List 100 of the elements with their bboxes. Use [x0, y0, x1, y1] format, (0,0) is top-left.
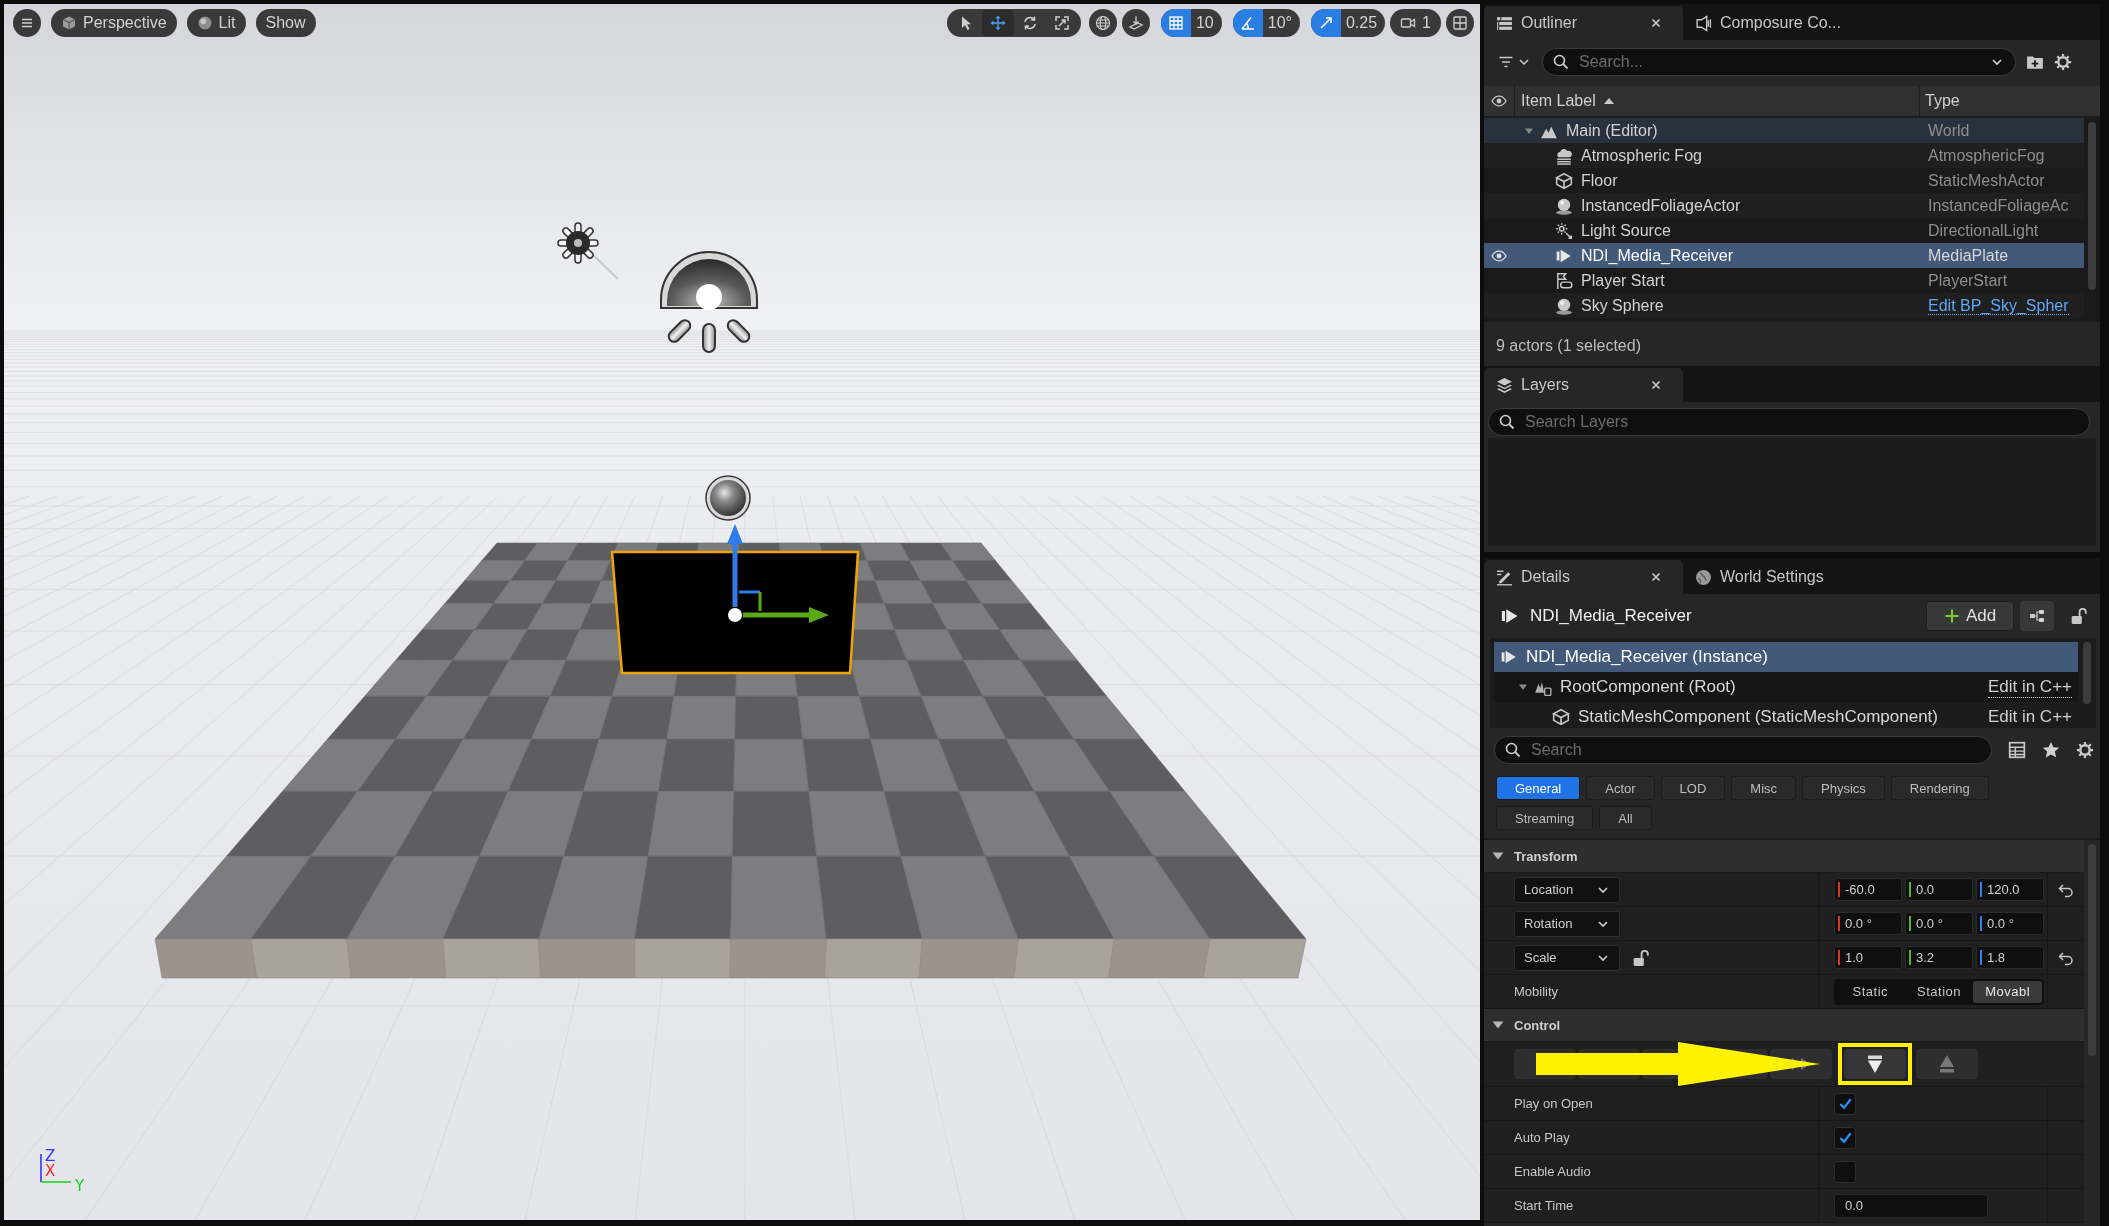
unlocked-icon[interactable] [2070, 607, 2088, 625]
snap-toggle-button[interactable]: 10 [1160, 9, 1222, 37]
star-icon[interactable] [2042, 741, 2060, 759]
expand-arrow-icon[interactable] [1492, 1019, 1504, 1031]
category-filter-button[interactable]: Actor [1586, 776, 1655, 800]
category-filter-button[interactable]: Rendering [1890, 776, 1989, 800]
number-field[interactable]: 0.0 ° [1976, 912, 2044, 935]
hierarchy-button[interactable] [2020, 601, 2054, 631]
checkbox[interactable] [1834, 1126, 1856, 1149]
search-field[interactable]: Search Layers [1488, 408, 2090, 436]
add-folder-icon[interactable] [2026, 53, 2044, 71]
sphere-billboard-icon[interactable] [705, 475, 751, 521]
edit-link[interactable]: Edit in C++ [1987, 707, 2072, 727]
sun-icon[interactable] [557, 222, 619, 280]
transform-mode-dropdown[interactable]: Rotation [1514, 910, 1620, 937]
unlocked-icon[interactable] [1632, 948, 1650, 967]
outliner-row[interactable]: Atmospheric Fog AtmosphericFog [1484, 143, 2084, 168]
eye-icon[interactable] [1491, 93, 1507, 109]
outliner-row[interactable]: NDI_Media_Receiver MediaPlate [1484, 243, 2084, 268]
number-field[interactable]: 1.8 [1976, 946, 2044, 969]
horizontal-axis-arrow[interactable] [743, 607, 829, 623]
outliner-row[interactable]: InstancedFoliageActor InstancedFoliageAc [1484, 193, 2084, 218]
reset-icon[interactable] [2058, 881, 2074, 898]
expand-arrow-icon[interactable] [1518, 682, 1528, 692]
outliner-row[interactable]: Sky Sphere Edit BP_Sky_Spher [1484, 293, 2084, 318]
table-icon[interactable] [2008, 741, 2026, 759]
checkbox[interactable] [1834, 1160, 1856, 1183]
number-field[interactable]: 3.2 [1905, 946, 1973, 969]
show-menu-button[interactable]: Show [255, 9, 316, 37]
transform-tool-button[interactable] [981, 10, 1014, 36]
surface-snap-button[interactable] [1121, 9, 1150, 37]
edit-link[interactable]: Edit BP_Sky_Spher [1928, 296, 2069, 315]
panel-tab[interactable]: World Settings [1683, 560, 1836, 594]
flag-icon [1555, 271, 1573, 290]
segment-option[interactable]: Station [1904, 980, 1974, 1003]
pivot-handle[interactable] [728, 608, 742, 622]
view-mode-button[interactable]: Perspective [51, 9, 177, 37]
section-header[interactable]: Control [1484, 1009, 2084, 1042]
lighting-mode-button[interactable]: Lit [186, 9, 246, 37]
number-field[interactable]: 0.0 ° [1834, 912, 1902, 935]
checkbox[interactable] [1834, 1092, 1856, 1115]
edit-link[interactable]: Edit in C++ [1987, 676, 2072, 698]
snap-toggle-button[interactable]: 10° [1232, 9, 1300, 37]
column-header[interactable]: Item Label [1515, 86, 1919, 116]
transform-mode-dropdown[interactable]: Scale [1514, 944, 1620, 971]
number-field[interactable]: 0.0 ° [1905, 912, 1973, 935]
layout-icon [1452, 15, 1468, 31]
panel-tab[interactable]: Outliner [1484, 6, 1683, 40]
number-field[interactable]: 0.0 [1834, 1193, 1988, 1218]
scrollbar-thumb[interactable] [2083, 642, 2091, 704]
component-row[interactable]: NDI_Media_Receiver (Instance) [1494, 642, 2078, 672]
close-icon[interactable] [1651, 18, 1661, 28]
actor-label: Main (Editor) [1566, 121, 1658, 140]
snap-toggle-button[interactable]: 0.25 [1310, 9, 1386, 37]
menu-button[interactable] [13, 9, 41, 37]
category-filter-button[interactable]: LOD [1660, 776, 1726, 800]
number-field[interactable]: -60.0 [1834, 878, 1902, 901]
filter-icon [1498, 54, 1514, 70]
column-header[interactable]: Type [1919, 86, 2100, 116]
component-row[interactable]: RootComponent (Root) Edit in C++ [1494, 672, 2078, 702]
vertical-axis-arrow[interactable] [727, 524, 743, 607]
category-filter-button[interactable]: General [1496, 776, 1581, 800]
actor-label: Sky Sphere [1581, 296, 1664, 315]
globe-icon [1695, 568, 1712, 586]
media-plate[interactable] [610, 550, 860, 675]
camera-speed-button[interactable]: 1 [1390, 9, 1441, 37]
number-field[interactable]: 0.0 [1905, 878, 1973, 901]
category-filter-button[interactable]: Physics [1802, 776, 1885, 800]
transform-mode-dropdown[interactable]: Location [1514, 876, 1620, 903]
segment-option[interactable]: Movabl [1973, 980, 2042, 1003]
scrollbar-thumb[interactable] [2088, 122, 2096, 290]
layout-button[interactable] [1446, 9, 1474, 37]
panel-tab[interactable]: Composure Co... [1683, 6, 1853, 40]
add-component-button[interactable]: Add [1926, 601, 2014, 631]
lamp-dome-icon[interactable] [660, 251, 758, 353]
category-filter-button[interactable]: All [1599, 806, 1652, 830]
section-header[interactable]: Transform [1484, 840, 2084, 873]
outliner-row[interactable]: Main (Editor) World [1484, 118, 2084, 143]
expand-arrow-icon[interactable] [1492, 850, 1504, 862]
property-label: Play on Open [1514, 1096, 1593, 1111]
search-field[interactable]: Search... [1542, 48, 2016, 76]
caret-icon[interactable] [1991, 56, 2003, 68]
close-icon[interactable] [1651, 572, 1661, 582]
search-field[interactable]: Search [1494, 736, 1992, 764]
segment-option[interactable]: Static [1836, 980, 1905, 1003]
category-filter-button[interactable]: Misc [1731, 776, 1797, 800]
panel-tab[interactable]: Details [1484, 560, 1683, 594]
media-control-button[interactable] [1844, 1049, 1906, 1079]
category-filter-button[interactable]: Streaming [1496, 806, 1594, 830]
world-space-button[interactable] [1088, 9, 1117, 37]
plane-handle[interactable] [739, 590, 762, 611]
reset-icon[interactable] [2058, 949, 2074, 966]
axis-label: Z [45, 1147, 56, 1165]
settings-icon[interactable] [2076, 741, 2094, 759]
property-label: Mobility [1514, 984, 1559, 999]
close-icon[interactable] [1651, 380, 1661, 390]
number-field[interactable]: 120.0 [1976, 878, 2044, 901]
settings-icon[interactable] [2054, 53, 2072, 71]
number-field[interactable]: 1.0 [1834, 946, 1902, 969]
panel-tab[interactable]: Layers [1484, 368, 1683, 402]
